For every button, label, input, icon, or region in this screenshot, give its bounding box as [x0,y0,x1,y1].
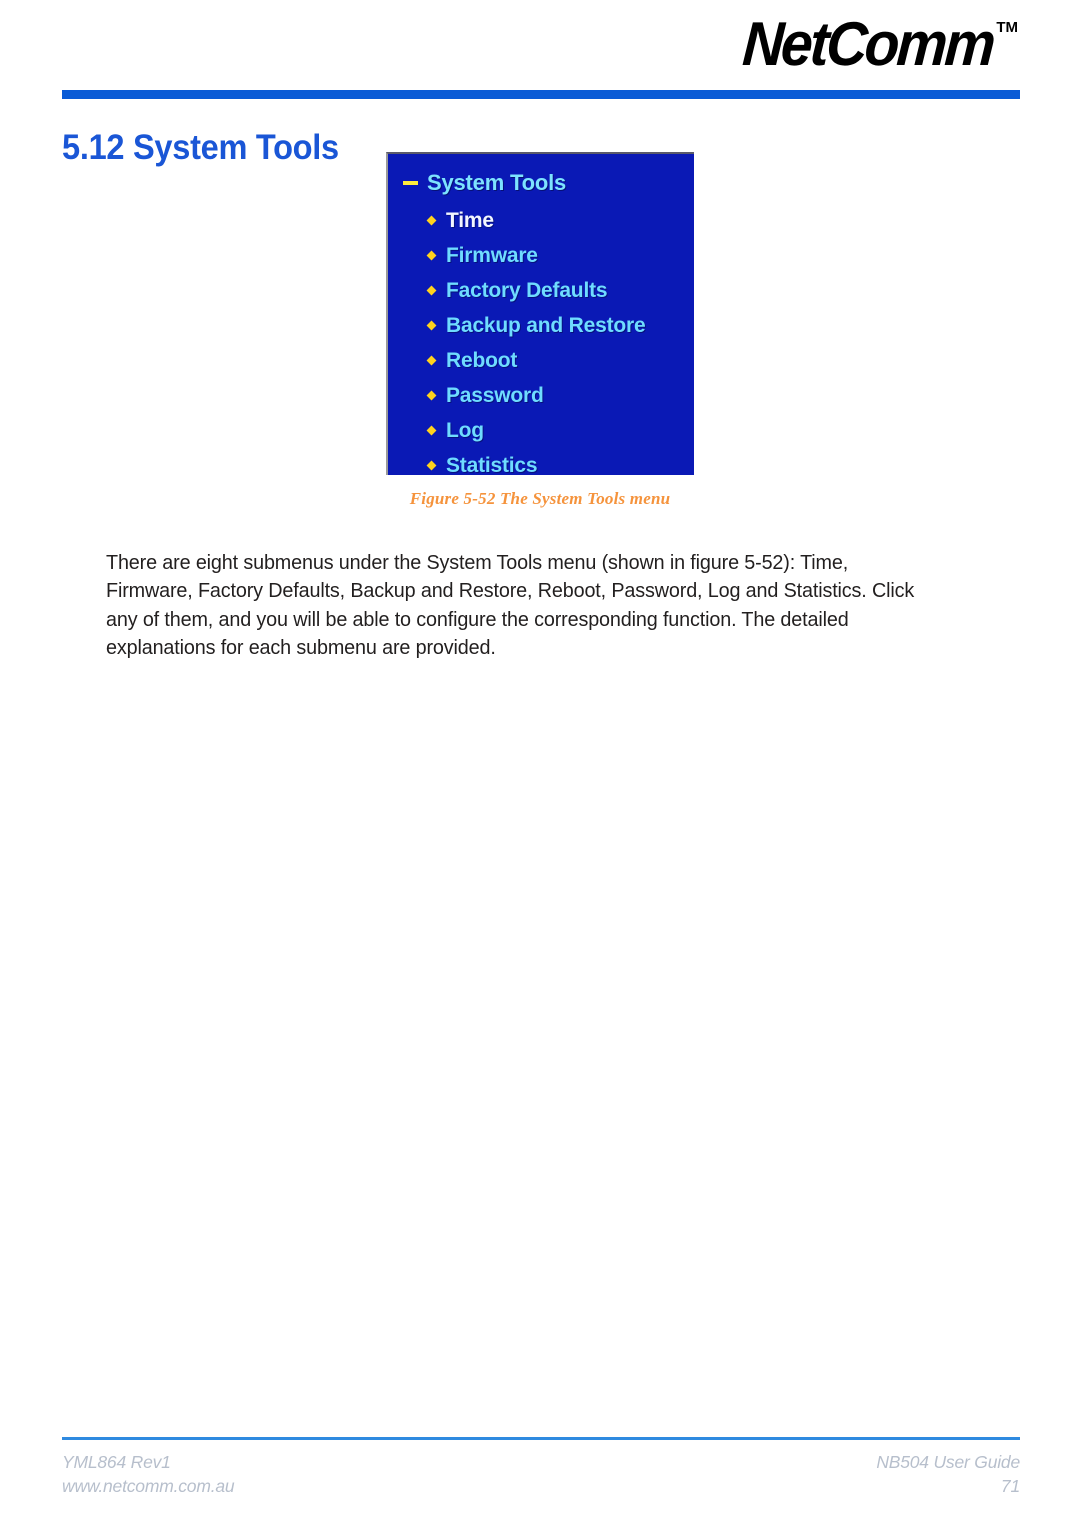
menu-item-label: Statistics [446,453,538,477]
footer-page-number: 71 [1000,1476,1020,1496]
body-paragraph: There are eight submenus under the Syste… [106,550,915,660]
footer-right-block: NB504 User Guide 71 [876,1450,1020,1498]
router-ui-menu-screenshot: System Tools Time Firmware Factory Defau… [386,152,694,477]
menu-item-label: Log [446,418,484,442]
menu-item-list: Time Firmware Factory Defaults Backup an… [388,203,694,483]
menu-item-password[interactable]: Password [388,378,694,413]
diamond-bullet-icon [426,320,437,331]
diamond-bullet-icon [426,285,437,296]
diamond-bullet-icon [426,215,437,226]
footer-divider-rule [62,1437,1020,1440]
menu-item-label: Factory Defaults [446,278,608,302]
footer-left-block: YML864 Rev1 www.netcomm.com.au [62,1450,235,1498]
footer-website[interactable]: www.netcomm.com.au [62,1474,235,1498]
diamond-bullet-icon [426,460,437,471]
footer-guide-title: NB504 User Guide [876,1452,1020,1472]
page-header: NetComm TM [0,0,1080,104]
menu-item-reboot[interactable]: Reboot [388,343,694,378]
menu-item-log[interactable]: Log [388,413,694,448]
menu-root-system-tools[interactable]: System Tools [388,168,694,198]
menu-item-label: Backup and Restore [446,313,646,337]
menu-item-label: Firmware [446,243,538,267]
page-footer: YML864 Rev1 www.netcomm.com.au NB504 Use… [0,1437,1080,1532]
diamond-bullet-icon [426,425,437,436]
menu-item-statistics[interactable]: Statistics [388,448,694,483]
netcomm-logo-wordmark: NetComm [740,10,995,79]
menu-item-label: Time [446,208,494,232]
diamond-bullet-icon [426,355,437,366]
menu-item-label: Reboot [446,348,518,372]
menu-item-backup-and-restore[interactable]: Backup and Restore [388,308,694,343]
menu-item-firmware[interactable]: Firmware [388,238,694,273]
figure-system-tools-menu: System Tools Time Firmware Factory Defau… [0,152,1080,509]
minus-icon[interactable] [403,181,418,185]
diamond-bullet-icon [426,390,437,401]
menu-item-label: Password [446,383,544,407]
document-page: NetComm TM 5.12 System Tools System Tool… [0,0,1080,1532]
diamond-bullet-icon [426,250,437,261]
menu-item-factory-defaults[interactable]: Factory Defaults [388,273,694,308]
menu-item-time[interactable]: Time [388,203,694,238]
menu-root-label: System Tools [427,170,567,195]
trademark-symbol: TM [996,19,1018,36]
netcomm-logo: NetComm TM [723,10,1018,86]
footer-doc-code: YML864 Rev1 [62,1452,171,1472]
figure-caption: Figure 5-52 The System Tools menu [409,489,671,508]
header-divider-rule [62,90,1020,99]
